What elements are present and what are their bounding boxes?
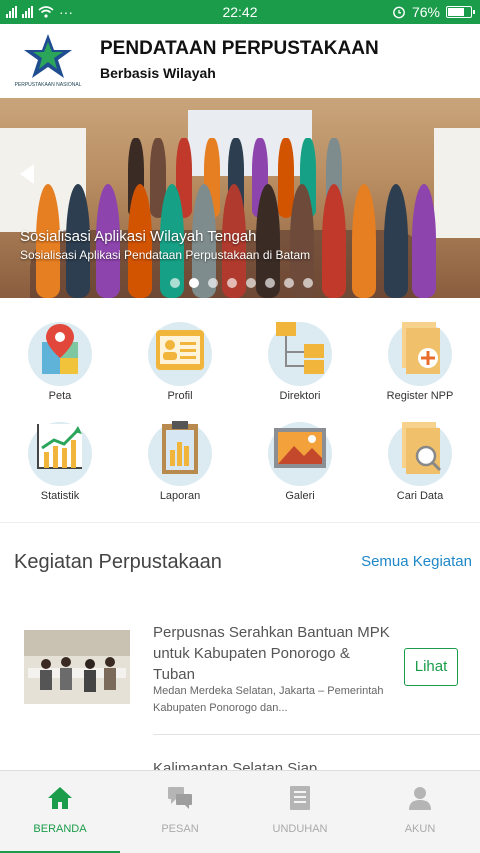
menu-label: Laporan xyxy=(159,490,201,502)
carousel-dot[interactable] xyxy=(265,278,275,288)
star-logo-icon xyxy=(24,34,72,78)
app-title: PENDATAAN PERPUSTAKAAN xyxy=(100,38,379,59)
clipboard-chart-icon xyxy=(148,418,212,486)
banner-prev-arrow-icon[interactable] xyxy=(20,164,34,184)
battery-fill xyxy=(448,8,464,16)
logo: PERPUSTAKAAN NASIONAL xyxy=(12,32,84,94)
map-pin-icon xyxy=(28,318,92,386)
banner-person xyxy=(412,184,436,298)
nav-label: UNDUHAN xyxy=(272,823,328,835)
carousel-dot[interactable] xyxy=(246,278,256,288)
menu-item-peta[interactable]: Peta xyxy=(0,298,120,402)
home-icon xyxy=(48,787,72,809)
banner-caption: Sosialisasi Aplikasi Pendataan Perpustak… xyxy=(20,248,311,262)
picture-icon xyxy=(268,418,332,486)
menu-label: Galeri xyxy=(285,490,315,502)
battery-icon xyxy=(446,6,475,18)
status-right: 76% xyxy=(392,4,475,20)
download-list-icon xyxy=(290,786,310,810)
line-chart-icon xyxy=(28,418,92,486)
nav-unduhan[interactable]: UNDUHAN xyxy=(240,771,360,853)
user-icon xyxy=(409,787,431,810)
menu-item-statistik[interactable]: Statistik xyxy=(0,398,120,502)
nav-pesan[interactable]: PESAN xyxy=(120,771,240,853)
news-meta: Medan Merdeka Selatan, Jakarta – Pemerin… xyxy=(153,685,384,714)
menu-label: Cari Data xyxy=(396,490,444,502)
banner-screen-right xyxy=(434,128,480,238)
section-title: Kegiatan Perpustakaan xyxy=(14,551,222,573)
nav-label: BERANDA xyxy=(33,823,87,835)
banner-title: Sosialisasi Aplikasi Wilayah Tengah xyxy=(20,228,257,245)
document-plus-icon xyxy=(388,318,452,386)
carousel-dot[interactable] xyxy=(284,278,294,288)
app-subtitle: Berbasis Wilayah xyxy=(100,65,216,81)
nav-akun[interactable]: AKUN xyxy=(360,771,480,853)
banner-person xyxy=(322,184,346,298)
battery-percent: 76% xyxy=(411,4,440,20)
menu-grid: Peta Profil Direktori Register NPP Stati… xyxy=(0,298,480,522)
menu-item-laporan[interactable]: Laporan xyxy=(120,398,240,502)
carousel-dots[interactable] xyxy=(170,278,313,288)
all-activities-link[interactable]: Semua Kegiatan xyxy=(361,553,472,570)
menu-item-cari-data[interactable]: Cari Data xyxy=(360,398,480,502)
carousel-dot[interactable] xyxy=(208,278,218,288)
news-thumbnail[interactable] xyxy=(24,630,130,704)
carousel-dot[interactable] xyxy=(227,278,237,288)
folder-tree-icon xyxy=(268,318,332,386)
menu-item-galeri[interactable]: Galeri xyxy=(240,398,360,502)
news-photo xyxy=(24,630,130,704)
menu-item-profil[interactable]: Profil xyxy=(120,298,240,402)
app-header: PERPUSTAKAAN NASIONAL PENDATAAN PERPUSTA… xyxy=(0,24,480,98)
id-card-icon xyxy=(148,318,212,386)
banner-person xyxy=(384,184,408,298)
chat-icon xyxy=(168,787,192,809)
bottom-nav: BERANDA PESAN UNDUHAN AKUN xyxy=(0,770,480,853)
news-title[interactable]: Perpusnas Serahkan Bantuan MPK untuk Kab… xyxy=(153,622,393,685)
status-bar: ··· 22:42 76% xyxy=(0,0,480,24)
kegiatan-section: Kegiatan Perpustakaan Semua Kegiatan Per… xyxy=(0,522,480,777)
nav-beranda[interactable]: BERANDA xyxy=(0,771,120,853)
menu-item-register-npp[interactable]: Register NPP xyxy=(360,298,480,402)
menu-label: Statistik xyxy=(40,490,80,502)
alarm-icon xyxy=(393,6,405,19)
view-button[interactable]: Lihat xyxy=(404,648,458,686)
nav-label: PESAN xyxy=(161,823,199,835)
menu-item-direktori[interactable]: Direktori xyxy=(240,298,360,402)
logo-text: PERPUSTAKAAN NASIONAL xyxy=(14,82,82,88)
carousel-dot[interactable] xyxy=(170,278,180,288)
news-divider xyxy=(153,734,480,735)
carousel-dot[interactable] xyxy=(189,278,199,288)
banner-person xyxy=(352,184,376,298)
document-search-icon xyxy=(388,418,452,486)
carousel-dot[interactable] xyxy=(303,278,313,288)
nav-label: AKUN xyxy=(404,823,436,835)
banner-carousel[interactable]: Sosialisasi Aplikasi Wilayah Tengah Sosi… xyxy=(0,98,480,298)
